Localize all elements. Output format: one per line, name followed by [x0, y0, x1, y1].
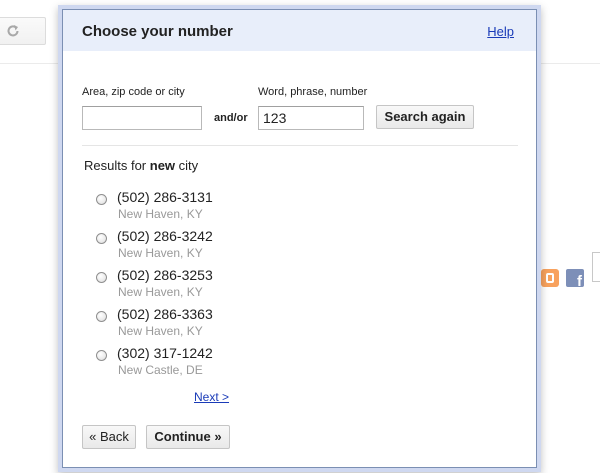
result-item[interactable]: (502) 286-3131 New Haven, KY: [96, 189, 296, 227]
continue-button[interactable]: Continue »: [146, 425, 230, 449]
phone-location: New Castle, DE: [118, 363, 203, 377]
next-page-link[interactable]: Next >: [194, 390, 229, 404]
result-item[interactable]: (502) 286-3253 New Haven, KY: [96, 267, 296, 305]
phone-number: (502) 286-3363: [117, 306, 213, 322]
radio-button[interactable]: [96, 233, 107, 244]
result-item[interactable]: (502) 286-3363 New Haven, KY: [96, 306, 296, 344]
result-item[interactable]: (302) 317-1242 New Castle, DE: [96, 345, 296, 383]
radio-button[interactable]: [96, 350, 107, 361]
phone-number: (302) 317-1242: [117, 345, 213, 361]
phone-number: (502) 286-3242: [117, 228, 213, 244]
result-item[interactable]: (502) 286-3242 New Haven, KY: [96, 228, 296, 266]
facebook-icon[interactable]: f: [566, 269, 584, 287]
refresh-icon: [7, 25, 19, 37]
word-label: Word, phrase, number: [258, 86, 368, 98]
radio-button[interactable]: [96, 194, 107, 205]
radio-button[interactable]: [96, 272, 107, 283]
area-label: Area, zip code or city: [82, 86, 185, 98]
results-heading: Results for new city: [84, 158, 199, 173]
phone-location: New Haven, KY: [118, 207, 203, 221]
refresh-button[interactable]: [0, 17, 46, 45]
word-input[interactable]: [258, 106, 364, 130]
andor-label: and/or: [214, 112, 248, 124]
phone-number: (502) 286-3131: [117, 189, 213, 205]
phone-location: New Haven, KY: [118, 285, 203, 299]
choose-number-dialog: Choose your number Help Area, zip code o…: [62, 9, 537, 468]
phone-location: New Haven, KY: [118, 324, 203, 338]
phone-number: (502) 286-3253: [117, 267, 213, 283]
phone-location: New Haven, KY: [118, 246, 203, 260]
blogger-icon[interactable]: [541, 269, 559, 287]
results-query: new: [149, 158, 176, 173]
radio-button[interactable]: [96, 311, 107, 322]
divider: [82, 145, 518, 146]
area-input[interactable]: [82, 106, 202, 130]
search-again-button[interactable]: Search again: [376, 105, 474, 129]
broken-image-icon: [592, 252, 600, 282]
back-button[interactable]: « Back: [82, 425, 136, 449]
dialog-header: Choose your number Help: [63, 10, 536, 51]
dialog-title: Choose your number: [82, 23, 233, 40]
help-link[interactable]: Help: [487, 24, 514, 39]
